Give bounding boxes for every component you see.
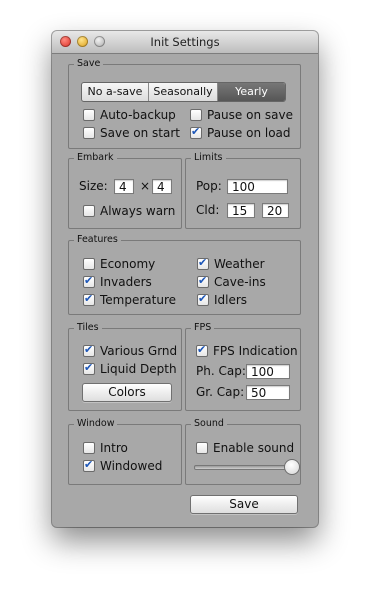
pause-on-save-checkbox[interactable]: Pause on save	[190, 108, 293, 122]
various-grnd-checkbox[interactable]: Various Grnd	[83, 343, 178, 358]
pause-on-load-label: Pause on load	[207, 126, 291, 140]
embark-size-x-field[interactable]: 4	[114, 179, 134, 194]
zoom-window-icon[interactable]	[94, 36, 105, 47]
minimize-window-icon[interactable]	[77, 36, 88, 47]
cave-ins-box[interactable]	[197, 274, 209, 288]
always-warn-box[interactable]	[83, 205, 95, 217]
features-group-label: Features	[74, 233, 121, 246]
volume-slider-track[interactable]	[194, 465, 288, 470]
window-group-label: Window	[74, 417, 118, 430]
cld-field-1[interactable]: 15	[227, 203, 255, 218]
pause-on-save-box[interactable]	[190, 109, 202, 121]
cld-label: Cld:	[196, 203, 220, 217]
save-group: Save No a-save Seasonally Yearly Auto-ba…	[68, 57, 301, 149]
weather-label: Weather	[214, 257, 265, 271]
temperature-checkbox[interactable]: Temperature	[83, 292, 177, 307]
enable-sound-box[interactable]	[196, 442, 208, 454]
volume-slider-knob[interactable]	[284, 459, 300, 475]
fps-indication-label: FPS Indication	[213, 344, 298, 358]
temperature-box[interactable]	[83, 292, 95, 306]
init-settings-window: Init Settings Save No a-save Seasonally …	[52, 31, 318, 527]
segment-yearly[interactable]: Yearly	[218, 83, 285, 101]
fps-group-label: FPS	[191, 321, 215, 334]
economy-label: Economy	[100, 257, 156, 271]
cave-ins-label: Cave-ins	[214, 275, 266, 289]
pop-label: Pop:	[196, 179, 222, 193]
features-group: Features Economy Weather Invaders Cave-i…	[68, 233, 301, 315]
various-grnd-label: Various Grnd	[100, 344, 178, 358]
pause-on-load-box[interactable]	[190, 125, 202, 139]
limits-group: Limits Pop: 100 Cld: 15 20	[185, 151, 301, 229]
limits-group-label: Limits	[191, 151, 226, 164]
windowed-checkbox[interactable]: Windowed	[83, 458, 163, 473]
autosave-segmented-control: No a-save Seasonally Yearly	[81, 82, 286, 102]
enable-sound-checkbox[interactable]: Enable sound	[196, 441, 294, 455]
segment-no-autosave[interactable]: No a-save	[82, 83, 149, 101]
pause-on-load-checkbox[interactable]: Pause on load	[190, 125, 291, 140]
idlers-checkbox[interactable]: Idlers	[197, 292, 248, 307]
tiles-group-label: Tiles	[74, 321, 102, 334]
save-button[interactable]: Save	[190, 495, 298, 514]
gr-cap-field[interactable]: 50	[246, 385, 290, 400]
liquid-depth-label: Liquid Depth	[100, 362, 177, 376]
pause-on-save-label: Pause on save	[207, 108, 293, 122]
windowed-label: Windowed	[100, 459, 163, 473]
sound-group-label: Sound	[191, 417, 227, 430]
sound-group: Sound Enable sound	[185, 417, 301, 485]
liquid-depth-box[interactable]	[83, 361, 95, 375]
tiles-group: Tiles Various Grnd Liquid Depth Colors	[68, 321, 182, 411]
idlers-box[interactable]	[197, 292, 209, 306]
invaders-box[interactable]	[83, 274, 95, 288]
cld-field-2[interactable]: 20	[262, 203, 289, 218]
economy-checkbox[interactable]: Economy	[83, 257, 155, 271]
fps-indication-box[interactable]	[196, 343, 208, 357]
windowed-box[interactable]	[83, 458, 95, 472]
window-group: Window Intro Windowed	[68, 417, 182, 485]
always-warn-checkbox[interactable]: Always warn	[83, 204, 175, 218]
auto-backup-box[interactable]	[83, 109, 95, 121]
close-window-icon[interactable]	[60, 36, 71, 47]
fps-indication-checkbox[interactable]: FPS Indication	[196, 343, 298, 358]
title-bar: Init Settings	[52, 31, 318, 54]
various-grnd-box[interactable]	[83, 343, 95, 357]
weather-box[interactable]	[197, 256, 209, 270]
fps-group: FPS FPS Indication Ph. Cap: 100 Gr. Cap:…	[185, 321, 301, 411]
ph-cap-label: Ph. Cap:	[196, 364, 246, 378]
temperature-label: Temperature	[100, 293, 177, 307]
enable-sound-label: Enable sound	[213, 441, 295, 455]
always-warn-label: Always warn	[100, 204, 176, 218]
ph-cap-field[interactable]: 100	[246, 364, 290, 379]
embark-group: Embark Size: 4 × 4 Always warn	[68, 151, 182, 229]
embark-size-y-field[interactable]: 4	[152, 179, 172, 194]
liquid-depth-checkbox[interactable]: Liquid Depth	[83, 361, 177, 376]
save-on-start-label: Save on start	[100, 126, 180, 140]
pop-field[interactable]: 100	[227, 179, 288, 194]
auto-backup-label: Auto-backup	[100, 108, 176, 122]
auto-backup-checkbox[interactable]: Auto-backup	[83, 108, 176, 122]
idlers-label: Idlers	[214, 293, 248, 307]
gr-cap-label: Gr. Cap:	[196, 385, 245, 399]
cave-ins-checkbox[interactable]: Cave-ins	[197, 274, 266, 289]
embark-group-label: Embark	[74, 151, 117, 164]
segment-seasonally[interactable]: Seasonally	[149, 83, 218, 101]
intro-label: Intro	[100, 441, 128, 455]
colors-button[interactable]: Colors	[82, 383, 172, 402]
times-symbol: ×	[140, 179, 151, 193]
invaders-label: Invaders	[100, 275, 152, 289]
save-on-start-box[interactable]	[83, 127, 95, 139]
economy-box[interactable]	[83, 258, 95, 270]
invaders-checkbox[interactable]: Invaders	[83, 274, 152, 289]
save-on-start-checkbox[interactable]: Save on start	[83, 126, 180, 140]
intro-box[interactable]	[83, 442, 95, 454]
save-group-label: Save	[74, 57, 104, 70]
weather-checkbox[interactable]: Weather	[197, 256, 265, 271]
embark-size-label: Size:	[79, 179, 108, 193]
window-title: Init Settings	[150, 35, 220, 49]
intro-checkbox[interactable]: Intro	[83, 441, 128, 455]
